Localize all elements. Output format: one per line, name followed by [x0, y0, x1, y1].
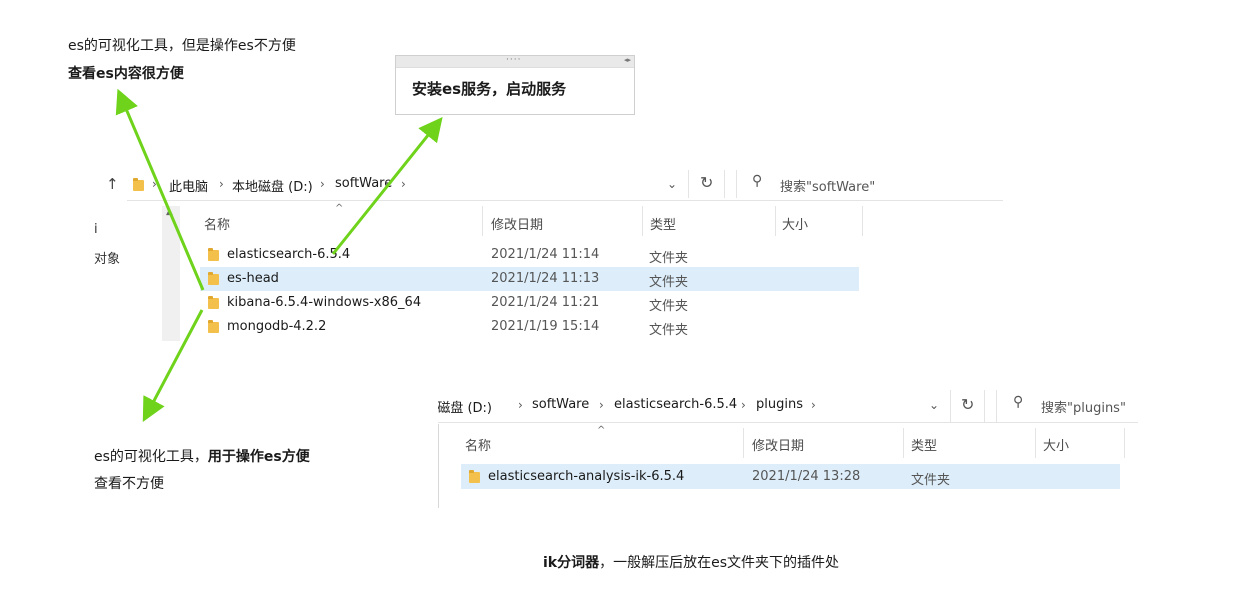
- arrow-to-top-left-note: [115, 88, 205, 291]
- arrow-to-box: [331, 116, 443, 255]
- arrow-overlay: [115, 88, 443, 422]
- arrow-to-bottom-left-note: [142, 309, 204, 422]
